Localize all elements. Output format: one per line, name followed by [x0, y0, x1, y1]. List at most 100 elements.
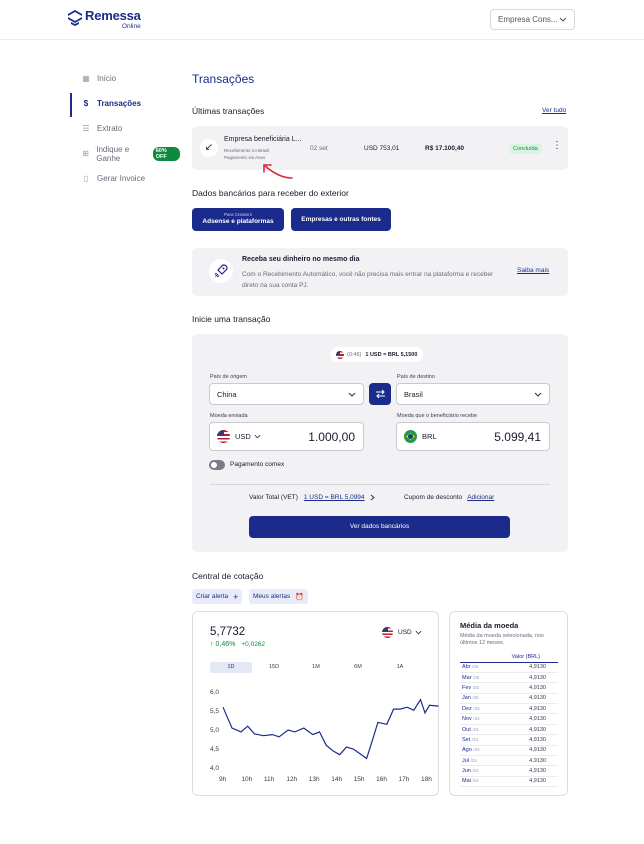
period-15d[interactable]: 15D	[253, 662, 295, 673]
x-tick-label: 10h	[241, 776, 252, 783]
grid-icon: ▦	[82, 73, 90, 83]
start-title: Inicie uma transação	[192, 314, 271, 324]
discount-badge: 60% OFF	[152, 146, 180, 161]
table-row: Jul /24 4,9130	[460, 755, 558, 767]
table-row: Dez /24 4,9130	[460, 703, 558, 715]
month-cell: Mar /25	[460, 672, 490, 684]
promo-card: Receba seu dinheiro no mesmo dia Com o R…	[192, 248, 568, 296]
my-alerts-button[interactable]: Meus alertas ⏰	[249, 589, 308, 604]
recv-amount-field[interactable]: BRL 5.099,41	[396, 422, 550, 451]
swap-icon	[375, 389, 385, 399]
divider	[210, 484, 550, 485]
rocket-icon	[209, 259, 233, 283]
see-all-link[interactable]: Ver tudo	[542, 107, 566, 114]
sent-currency[interactable]: USD	[235, 432, 251, 441]
quote-change: 0,46%	[215, 641, 236, 648]
adsense-button[interactable]: Para Creators Adsense e plataformas	[192, 208, 284, 231]
sidebar-item-label: Gerar Invoice	[97, 174, 146, 183]
sidebar-item-invoice[interactable]: ▯ Gerar Invoice	[70, 166, 180, 191]
promo-text: Com o Recebimento Automático, você não p…	[242, 271, 494, 289]
company-select[interactable]: Empresa Cons...	[490, 9, 575, 30]
chevron-down-icon	[254, 434, 261, 439]
sidebar-item-extrato[interactable]: ☰ Extrato	[70, 116, 180, 141]
brand-logo[interactable]: Remessa Online	[68, 9, 141, 30]
promo-title: Receba seu dinheiro no mesmo dia	[242, 256, 360, 263]
sidebar-item-label: Início	[97, 74, 117, 83]
bank-details-button[interactable]: Ver dados bancários	[249, 516, 510, 538]
creators-label: Para Creators	[223, 212, 252, 217]
more-options-icon[interactable]: ⋮	[552, 140, 562, 151]
y-tick-label: 4,5	[210, 746, 219, 753]
add-coupon-link[interactable]: Adicionar	[467, 494, 494, 501]
brand-sub: Online	[121, 23, 141, 30]
currency-value: USD	[398, 629, 412, 636]
month-cell: Fev /25	[460, 682, 490, 694]
transaction-row[interactable]: ↙ Empresa beneficiária L... Recebimento …	[192, 126, 568, 170]
period-1d[interactable]: 1D	[210, 662, 252, 673]
quote-change-row: ↑ 0,46% +0,0262	[210, 641, 265, 648]
month-cell: Mai /24	[460, 776, 490, 788]
value-cell: 4,9130	[489, 724, 558, 736]
comex-toggle[interactable]	[209, 460, 225, 470]
month-cell: Out /24	[460, 724, 490, 736]
sidebar-item-label: Indique e Ganhe	[96, 144, 130, 163]
period-1m[interactable]: 1M	[295, 662, 337, 673]
br-flag-icon	[404, 430, 417, 443]
origin-select[interactable]: China	[209, 383, 364, 405]
month-cell: Jul /24	[460, 755, 490, 767]
y-tick-label: 4,0	[210, 765, 219, 772]
x-tick-label: 17h	[399, 776, 410, 783]
rate-value: 1 USD = BRL 5,1500	[365, 351, 418, 358]
y-tick-label: 5,0	[210, 727, 219, 734]
chevron-down-icon	[348, 392, 356, 397]
create-alert-button[interactable]: Criar alerta +	[192, 589, 243, 604]
transaction-usd: USD 753,01	[364, 145, 400, 152]
adsense-button-label: Adsense e plataformas	[202, 218, 274, 225]
vet-value-link[interactable]: 1 USD = BRL 5,0994	[304, 494, 365, 501]
status-badge: Concluída	[509, 144, 542, 154]
company-select-value: Empresa Cons...	[498, 15, 558, 24]
chevron-right-icon	[370, 494, 375, 501]
annotation-arrow-icon	[263, 164, 293, 179]
value-cell: 4,9130	[489, 755, 558, 767]
currency-select[interactable]: USD	[382, 627, 422, 638]
month-cell: Set /24	[460, 734, 490, 746]
swap-button[interactable]	[369, 383, 391, 405]
period-1a[interactable]: 1A	[379, 662, 421, 673]
learn-more-link[interactable]: Saiba mais	[517, 267, 549, 274]
avg-column-header: Valor (BRL)	[489, 652, 558, 663]
value-cell: 4,9130	[489, 693, 558, 705]
period-6m[interactable]: 6M	[337, 662, 379, 673]
transaction-date: 02 set	[310, 145, 328, 152]
x-tick-label: 9h	[219, 776, 227, 783]
value-cell: 4,9130	[489, 734, 558, 746]
bank-title: Dados bancários para receber do exterior	[192, 188, 349, 198]
month-cell: Jan /25	[460, 693, 490, 705]
value-cell: 4,9130	[489, 765, 558, 777]
table-row: Set /24 4,9130	[460, 734, 558, 746]
arrow-up-icon: ↑	[210, 641, 214, 648]
dest-select[interactable]: Brasil	[396, 383, 550, 405]
sidebar-item-label: Extrato	[97, 124, 123, 133]
create-alert-label: Criar alerta	[196, 593, 229, 600]
companies-button[interactable]: Empresas e outras fontes	[291, 208, 391, 231]
my-alerts-label: Meus alertas	[253, 593, 291, 600]
vet-label: Valor Total (VET)	[249, 494, 298, 501]
quote-title: Central de cotação	[192, 571, 264, 581]
table-row: Nov /24 4,9130	[460, 713, 558, 725]
sidebar-item-indique[interactable]: ⊞ Indique e Ganhe 60% OFF	[70, 141, 180, 166]
value-cell: 4,9130	[489, 703, 558, 715]
sidebar-item-inicio[interactable]: ▦ Início	[70, 66, 180, 91]
month-cell: Dez /24	[460, 703, 490, 715]
month-cell: Abr /25	[460, 662, 490, 673]
coupon-label: Cupom de desconto	[404, 494, 463, 501]
sent-amount[interactable]: 1.000,00	[308, 430, 355, 444]
sidebar-item-transacoes[interactable]: $ Transações	[70, 91, 180, 117]
x-tick-label: 16h	[376, 776, 387, 783]
value-cell: 4,9130	[489, 713, 558, 725]
dest-value: Brasil	[404, 389, 423, 399]
value-cell: 4,9130	[489, 662, 558, 673]
sent-amount-field[interactable]: USD 1.000,00	[209, 422, 364, 451]
recv-amount: 5.099,41	[494, 429, 541, 444]
table-row: Out /24 4,9130	[460, 724, 558, 736]
